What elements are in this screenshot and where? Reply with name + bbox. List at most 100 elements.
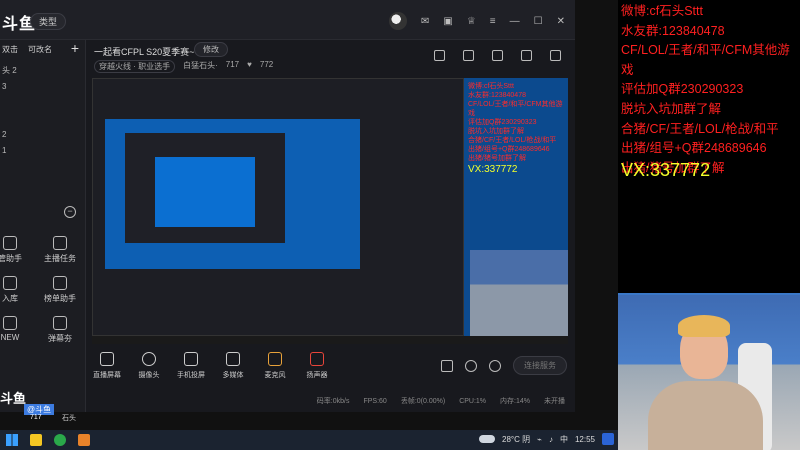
- streaming-app-window: 斗鱼 类型 ✉ ▣ ♕ ≡ — ☐ ✕ 双击 可改名 + 头 2 3 2 1 −…: [0, 0, 575, 412]
- room-tool-icons: [434, 50, 561, 61]
- media-icon: [226, 352, 240, 366]
- maximize-icon[interactable]: ☐: [534, 16, 543, 27]
- assistant-icon: [3, 236, 17, 250]
- douyu-app-icon[interactable]: [78, 434, 90, 446]
- preview-line: 出猪/猪号加群了解: [468, 155, 526, 162]
- preview-webcam: [470, 250, 568, 336]
- gift-icon[interactable]: ▣: [443, 16, 452, 27]
- windows-taskbar: 28°C 阴 ⌁ ♪ 中 12:55: [0, 430, 618, 450]
- eye-icon[interactable]: [465, 359, 477, 372]
- media-button[interactable]: 多媒体: [212, 352, 254, 380]
- room-category[interactable]: 穿越火线 · 职业选手: [94, 60, 176, 73]
- phone-cast-button[interactable]: 手机投屏: [170, 352, 212, 380]
- record-icon[interactable]: [441, 359, 453, 372]
- clock[interactable]: 12:55: [575, 435, 595, 444]
- scene-list-item[interactable]: 3: [0, 79, 85, 95]
- edit-room-button[interactable]: 修改: [194, 42, 228, 57]
- promo-line: CF/LOL/王者/和平/CFM其他游戏: [621, 43, 790, 77]
- scene-list-item[interactable]: [0, 95, 85, 111]
- streamer-name: 白猛石头·: [183, 61, 218, 70]
- browser-icon[interactable]: [54, 434, 66, 446]
- status-cpu: CPU:1%: [459, 397, 487, 405]
- taskbar-apps: [30, 434, 90, 446]
- connect-button[interactable]: 连接服务: [513, 356, 567, 375]
- mail-icon[interactable]: ✉: [421, 16, 429, 27]
- watermark-count: 717: [30, 414, 42, 421]
- minimize-icon[interactable]: —: [510, 16, 520, 27]
- promo-line: 合猪/CF/王者/LOL/枪战/和平: [621, 121, 779, 136]
- scene-list-item[interactable]: 头 2: [0, 63, 85, 79]
- streamer-body: [648, 381, 763, 450]
- tool-download[interactable]: 入库: [0, 276, 30, 304]
- tool-rank[interactable]: 榜单助手: [40, 276, 80, 304]
- delete-icon[interactable]: [434, 50, 445, 61]
- scene-tab-1[interactable]: 双击: [2, 44, 18, 55]
- preview-line: 出猪/组号+Q群248689646: [468, 146, 550, 153]
- source-toolbar: 直播屏幕 摄像头 手机投屏 多媒体 麦克风 扬声器 连接服务: [86, 346, 575, 386]
- share-icon[interactable]: [550, 50, 561, 61]
- menu-icon[interactable]: ≡: [490, 16, 496, 27]
- mic-button[interactable]: 麦克风: [254, 352, 296, 380]
- start-icon[interactable]: [6, 434, 18, 446]
- scene-list-item[interactable]: 2: [0, 127, 85, 143]
- stream-controls: 连接服务: [441, 356, 567, 375]
- live-preview[interactable]: 微博:cf石头Sttt 水友群:123840478 CF/LOL/王者/和平/C…: [92, 78, 568, 344]
- stream-overlay-panel: 微博:cf石头Sttt 水友群:123840478 CF/LOL/王者/和平/C…: [618, 0, 800, 450]
- promo-line: 出猪/组号+Q群248689646: [621, 141, 767, 156]
- scene-tab-2[interactable]: 可改名: [28, 44, 52, 55]
- type-selector[interactable]: 类型: [30, 13, 67, 30]
- settings-icon[interactable]: [489, 359, 501, 372]
- promo-line: 微博:cf石头Sttt: [621, 4, 703, 18]
- weather-icon: [479, 435, 496, 443]
- folder-icon[interactable]: [30, 434, 42, 446]
- speaker-button[interactable]: 扬声器: [296, 352, 338, 380]
- scene-list-item[interactable]: [0, 111, 85, 127]
- screen-capture-button[interactable]: 直播屏幕: [86, 352, 128, 380]
- preview-info-text: 微博:cf石头Sttt 水友群:123840478 CF/LOL/王者/和平/C…: [468, 82, 568, 175]
- promo-text: 微博:cf石头Sttt 水友群:123840478 CF/LOL/王者/和平/C…: [621, 2, 799, 178]
- like-count: 772: [259, 60, 274, 69]
- ime-indicator[interactable]: 中: [560, 434, 568, 445]
- watermark-logo: 斗鱼: [0, 391, 27, 406]
- mic-icon: [268, 352, 282, 366]
- preview-nested-window-2: [125, 133, 285, 243]
- promo-vx: VX:337772: [621, 160, 711, 180]
- preview-nested-desktop-2: [155, 157, 255, 227]
- main-panel: 一起看CFPL S20夏季赛~ 修改 穿越火线 · 职业选手 白猛石头· 717…: [86, 40, 575, 412]
- weather-text: 28°C 阴: [502, 434, 531, 444]
- preview-line: 合猪/CF/王者/LOL/枪战/和平: [468, 137, 557, 144]
- tool-danmaku[interactable]: 弹幕夯: [40, 316, 80, 344]
- viewer-count: 717: [225, 60, 240, 69]
- volume-icon[interactable]: ♪: [549, 435, 553, 444]
- camera-button[interactable]: 摄像头: [128, 352, 170, 380]
- collapse-icon[interactable]: −: [64, 206, 76, 218]
- preview-line: 水友群:123840478: [468, 92, 526, 99]
- preview-line: 微博:cf石头Sttt: [468, 83, 514, 90]
- preview-vx: VX:337772: [468, 164, 518, 175]
- status-bitrate: 码率:0kb/s: [316, 398, 350, 405]
- status-state: 未开播: [544, 398, 565, 405]
- notification-icon[interactable]: [602, 433, 614, 445]
- preview-taskbar: [92, 336, 568, 344]
- tool-new[interactable]: NEW: [0, 316, 30, 342]
- lock-icon[interactable]: [463, 50, 474, 61]
- shirt-icon[interactable]: ♕: [467, 16, 476, 27]
- layout-icon[interactable]: [492, 50, 503, 61]
- status-fps: FPS:60: [363, 397, 387, 405]
- promo-line: 水友群:123840478: [621, 23, 725, 38]
- network-icon[interactable]: ⌁: [537, 435, 542, 444]
- scene-sidebar: 双击 可改名 + 头 2 3 2 1 − 主播任务 管助手 榜单助手 入库 弹幕…: [0, 40, 86, 412]
- close-icon[interactable]: ✕: [557, 16, 565, 27]
- room-info: 穿越火线 · 职业选手 白猛石头· 717 ♥ 772: [94, 60, 273, 73]
- preview-line: CF/LOL/王者/和平/CFM其他游戏: [468, 101, 563, 117]
- bell-icon[interactable]: [521, 50, 532, 61]
- preview-nested-desktop: [105, 119, 360, 269]
- tool-task[interactable]: 主播任务: [40, 236, 80, 264]
- scene-list-item[interactable]: 1: [0, 143, 85, 159]
- danmaku-icon: [53, 316, 67, 330]
- status-mem: 内存:14%: [500, 398, 530, 405]
- download-icon: [3, 276, 17, 290]
- tool-assistant[interactable]: 管助手: [0, 236, 30, 264]
- user-avatar[interactable]: [388, 12, 407, 30]
- add-scene-button[interactable]: +: [71, 40, 79, 56]
